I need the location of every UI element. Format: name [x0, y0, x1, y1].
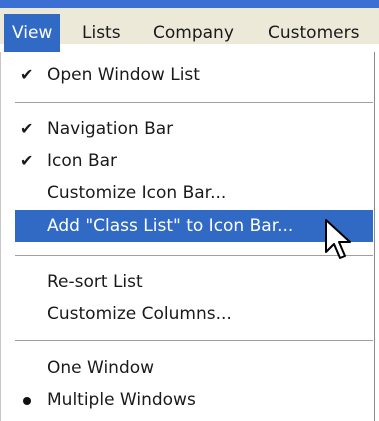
menu-item-label: Customize Icon Bar...	[47, 183, 227, 203]
menu-item-label: Icon Bar	[47, 151, 118, 171]
menu-company[interactable]: Company	[145, 14, 242, 52]
menu-item-label: Open Window List	[47, 65, 200, 85]
menu-separator	[15, 102, 373, 104]
menu-item-label: Multiple Windows	[47, 390, 196, 410]
menu-separator	[15, 255, 373, 257]
window-title-strip	[0, 0, 379, 8]
check-icon: ✔	[20, 119, 34, 138]
menu-item-open-window-list[interactable]: ✔ Open Window List	[1, 59, 373, 91]
menu-item-multiple-windows[interactable]: Multiple Windows	[1, 384, 373, 416]
menu-item-add-class-list-to-icon-bar[interactable]: Add "Class List" to Icon Bar...	[15, 210, 373, 242]
menu-item-label: Customize Columns...	[47, 304, 232, 324]
menu-view[interactable]: View	[4, 14, 61, 52]
menu-item-navigation-bar[interactable]: ✔ Navigation Bar	[1, 113, 373, 145]
check-icon: ✔	[20, 151, 34, 170]
menu-customers[interactable]: Customers	[260, 14, 367, 52]
menu-item-label: Navigation Bar	[47, 119, 174, 139]
menu-item-label: One Window	[47, 358, 155, 378]
radio-bullet-icon	[23, 397, 31, 405]
menu-item-re-sort-list[interactable]: Re-sort List	[1, 266, 373, 298]
menu-separator	[15, 340, 373, 342]
menu-item-customize-columns[interactable]: Customize Columns...	[1, 298, 373, 330]
mouse-pointer-icon	[325, 219, 351, 259]
view-dropdown-menu: ✔ Open Window List ✔ Navigation Bar ✔ Ic…	[0, 52, 375, 421]
menu-bar: View Lists Company Customers	[0, 0, 379, 52]
menu-item-one-window[interactable]: One Window	[1, 352, 373, 384]
menu-item-icon-bar[interactable]: ✔ Icon Bar	[1, 145, 373, 177]
check-icon: ✔	[20, 65, 34, 84]
menu-lists[interactable]: Lists	[74, 14, 129, 52]
menu-item-label: Add "Class List" to Icon Bar...	[47, 216, 294, 236]
menu-item-label: Re-sort List	[47, 272, 143, 292]
menu-item-customize-icon-bar[interactable]: Customize Icon Bar...	[1, 177, 373, 209]
